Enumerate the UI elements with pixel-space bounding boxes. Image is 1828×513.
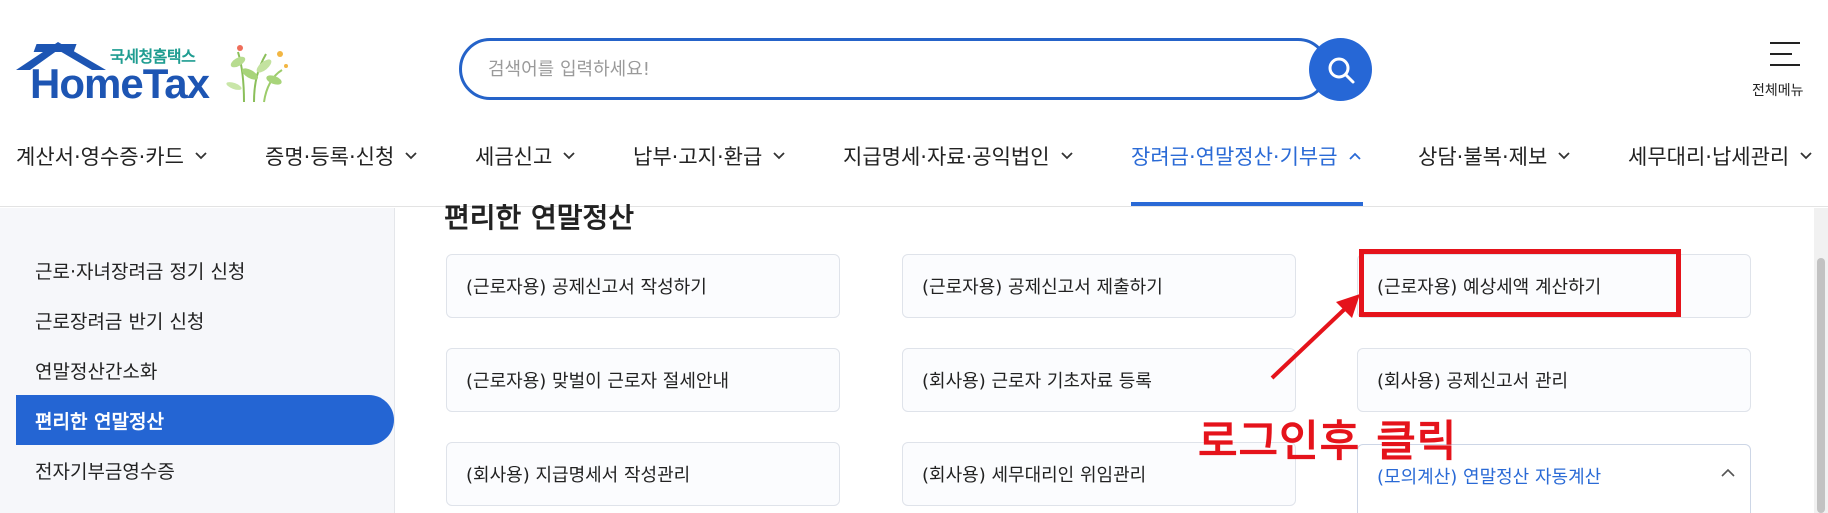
nav-item-tax-agent[interactable]: 세무대리·납세관리 [1628,141,1813,171]
chevron-down-icon [195,152,207,160]
chevron-down-icon [1800,152,1812,160]
scrollbar[interactable] [1814,208,1828,513]
nav-item-tax-filing[interactable]: 세금신고 [475,141,576,171]
chevron-down-icon [405,152,417,160]
nav-item-payment[interactable]: 납부·고지·환급 [633,141,786,171]
card-payment-statement[interactable]: (회사용) 지급명세서 작성관리 [446,442,840,506]
plant-illustration-icon [226,45,288,103]
card-deduction-management[interactable]: (회사용) 공제신고서 관리 [1357,348,1751,412]
chevron-up-icon[interactable] [1720,467,1736,479]
sidebar-item-simplified-service[interactable]: 연말정산간소화 [35,357,157,384]
hamburger-icon [1770,40,1802,68]
nav-item-payment-statement[interactable]: 지급명세·자료·공익법인 [843,141,1074,171]
main-nav: 계산서·영수증·카드 증명·등록·신청 세금신고 납부·고지·환급 지급명세·자… [0,115,1828,207]
sidebar-item-donation-receipt[interactable]: 전자기부금영수증 [35,457,175,484]
all-menu-label: 전체메뉴 [1752,83,1804,99]
search-input[interactable] [488,41,1268,97]
chevron-down-icon [563,152,575,160]
nav-item-consulting[interactable]: 상담·불복·제보 [1418,141,1571,171]
sidebar-item-semiannual-credit[interactable]: 근로장려금 반기 신청 [35,307,204,334]
chevron-down-icon [773,152,785,160]
annotation-text: 로그인후 클릭 [1198,417,1458,467]
hometax-logo[interactable]: 국세청홈택스 HomeTax [16,40,288,110]
card-write-deduction[interactable]: (근로자용) 공제신고서 작성하기 [446,254,840,318]
nav-item-invoice[interactable]: 계산서·영수증·카드 [16,141,208,171]
search-icon [1328,57,1354,83]
card-dual-income-guide[interactable]: (근로자용) 맞벌이 근로자 절세안내 [446,348,840,412]
scrollbar-thumb[interactable] [1817,258,1825,513]
sidebar-item-convenient-settlement[interactable]: 편리한 연말정산 [35,407,164,434]
all-menu-button[interactable]: 전체메뉴 [1752,36,1828,106]
nav-active-underline [1131,202,1363,206]
sidebar-item-earned-income-credit[interactable]: 근로·자녀장려금 정기 신청 [35,257,245,284]
nav-item-year-end-settlement[interactable]: 장려금·연말정산·기부금 [1131,141,1362,171]
search-button[interactable] [1309,38,1372,101]
logo-title: HomeTax [30,60,210,107]
header: 국세청홈택스 HomeTax 전체메뉴 [0,0,1828,115]
chevron-up-icon [1348,152,1361,160]
nav-item-certificate[interactable]: 증명·등록·신청 [265,141,418,171]
search-box[interactable] [459,38,1329,100]
card-submit-deduction[interactable]: (근로자용) 공제신고서 제출하기 [902,254,1296,318]
highlight-box [1359,249,1681,317]
card-employee-basic-data[interactable]: (회사용) 근로자 기초자료 등록 [902,348,1296,412]
chevron-down-icon [1558,152,1570,160]
chevron-down-icon [1060,152,1073,160]
red-arrow-icon [1270,294,1360,380]
